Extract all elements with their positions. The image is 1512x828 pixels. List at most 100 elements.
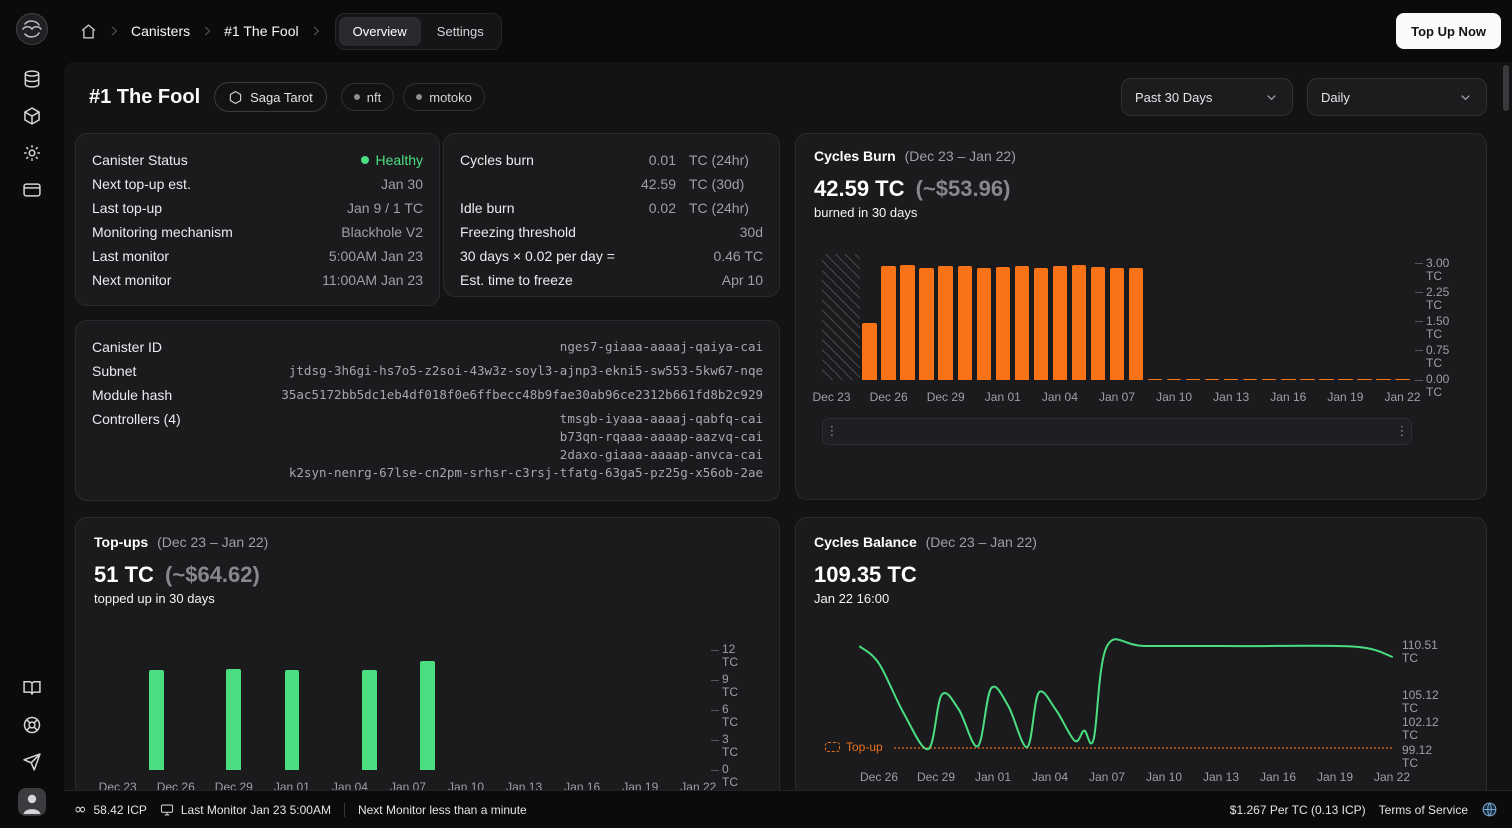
top-up-threshold-legend: Top-up xyxy=(822,737,892,757)
row-value: 0.46 TC xyxy=(713,248,763,264)
top-ups-plot: 12 TC9 TC6 TC3 TC0 TCDec 23Dec 26Dec 29J… xyxy=(108,650,708,770)
terms-of-service-link[interactable]: Terms of Service xyxy=(1379,803,1468,817)
chart-bar xyxy=(1148,379,1162,381)
tab-settings[interactable]: Settings xyxy=(423,17,498,46)
id-row: Canister IDnges7-giaaa-aaaaj-qaiya-cai xyxy=(92,335,763,359)
chart-bar xyxy=(977,268,991,380)
x-axis-label: Jan 01 xyxy=(975,770,1011,784)
chart-caption: topped up in 30 days xyxy=(94,591,761,606)
y-axis-tick xyxy=(711,740,719,741)
y-axis-label: 3 TC xyxy=(722,733,738,759)
y-axis-label: 105.12 TC xyxy=(1402,689,1439,715)
chart-bar xyxy=(1243,379,1257,381)
x-axis-label: Jan 16 xyxy=(1270,390,1306,404)
brain-logo-icon xyxy=(15,12,49,46)
row-mono-values: jtdsg-3h6gi-hs7o5-z2soi-43w3z-soyl3-ajnp… xyxy=(289,362,763,380)
row-value: Healthy xyxy=(361,152,423,168)
y-axis-label: 99.12 TC xyxy=(1402,744,1432,770)
y-axis-tick xyxy=(1415,350,1423,351)
canister-status-card: Canister StatusHealthyNext top-up est.Ja… xyxy=(75,133,440,306)
breadcrumb-canisters[interactable]: Canisters xyxy=(131,23,190,39)
tag-nft[interactable]: nft xyxy=(341,83,394,111)
sidebar-item-canisters[interactable] xyxy=(13,62,51,96)
burn-info-row: Cycles burn0.01TC (24hr) xyxy=(460,148,763,172)
tc-price-text: $1.267 Per TC (0.13 ICP) xyxy=(1230,803,1366,817)
scrollbar-thumb[interactable] xyxy=(1503,65,1509,111)
chart-bar xyxy=(420,661,435,770)
monitor-icon xyxy=(160,803,174,817)
x-axis-label: Dec 23 xyxy=(813,390,851,404)
chart-bar xyxy=(1053,266,1067,380)
date-range-select[interactable]: Past 30 Days xyxy=(1121,78,1293,116)
x-axis-label: Jan 13 xyxy=(506,780,542,790)
breadcrumb-canister-name[interactable]: #1 The Fool xyxy=(224,23,298,39)
topbar: Canisters #1 The Fool OverviewSettings T… xyxy=(64,0,1512,62)
project-badge[interactable]: Saga Tarot xyxy=(214,82,327,112)
icp-balance[interactable]: ∞ 58.42 ICP xyxy=(74,802,147,817)
sidebar-item-feedback[interactable] xyxy=(13,745,51,779)
top-up-now-button[interactable]: Top Up Now xyxy=(1396,13,1501,49)
chart-bar xyxy=(900,265,914,380)
home-breadcrumb[interactable] xyxy=(80,23,97,40)
y-axis-label: 0 TC xyxy=(722,763,738,789)
chevron-down-icon xyxy=(1264,90,1279,105)
id-row: Subnetjtdsg-3h6gi-hs7o5-z2soi-43w3z-soyl… xyxy=(92,359,763,383)
page-title: #1 The Fool xyxy=(89,86,200,109)
icp-balance-value: 58.42 ICP xyxy=(94,803,147,817)
infinity-icon: ∞ xyxy=(74,802,87,817)
sidebar-item-support[interactable] xyxy=(13,708,51,742)
chart-bar xyxy=(1281,379,1295,381)
chart-bar xyxy=(1167,379,1181,381)
chevron-right-icon xyxy=(107,24,121,38)
app-logo[interactable] xyxy=(15,12,49,46)
chart-pan-scrollbar[interactable]: ⋮ ⋮ xyxy=(822,418,1412,445)
network-status[interactable] xyxy=(1481,801,1498,818)
sidebar-item-billing[interactable] xyxy=(13,173,51,207)
terms-text: Terms of Service xyxy=(1379,803,1468,817)
row-label: Controllers (4) xyxy=(92,410,181,428)
tab-overview[interactable]: Overview xyxy=(339,17,421,46)
x-axis-label: Jan 16 xyxy=(564,780,600,790)
chart-total-value: 42.59 TC xyxy=(814,176,905,201)
pan-handle-right[interactable]: ⋮ xyxy=(1393,424,1411,439)
top-ups-chart-card: Top-ups (Dec 23 – Jan 22) 51 TC (~$64.62… xyxy=(75,517,780,790)
gear-icon xyxy=(22,143,42,163)
chart-bar xyxy=(1034,268,1048,380)
chart-bar xyxy=(1357,379,1371,381)
x-axis-label: Jan 22 xyxy=(1374,770,1410,784)
mono-value-line: 35ac5172bb5dc1eb4df018f0e6ffbecc48b9fae3… xyxy=(281,386,763,404)
row-value: 0.02TC (24hr) xyxy=(632,200,763,216)
x-axis-label: Jan 01 xyxy=(274,780,310,790)
status-row: Last top-upJan 9 / 1 TC xyxy=(92,196,423,220)
chart-bar xyxy=(1224,379,1238,381)
row-label: Monitoring mechanism xyxy=(92,224,233,240)
chart-bar xyxy=(1015,266,1029,380)
chart-bar xyxy=(1129,268,1143,380)
next-monitor-text: Next Monitor less than a minute xyxy=(358,803,527,817)
healthy-text: Healthy xyxy=(376,152,423,168)
status-row: Last monitor5:00AM Jan 23 xyxy=(92,244,423,268)
database-icon xyxy=(22,69,42,89)
x-axis-label: Dec 29 xyxy=(927,390,965,404)
tag-motoko[interactable]: motoko xyxy=(403,83,485,111)
last-monitor-status: Last Monitor Jan 23 5:00AM xyxy=(160,803,331,817)
sidebar-item-settings[interactable] xyxy=(13,136,51,170)
y-axis-tick xyxy=(711,680,719,681)
id-row: Module hash35ac5172bb5dc1eb4df018f0e6ffb… xyxy=(92,383,763,407)
pan-track[interactable] xyxy=(841,419,1393,444)
pan-handle-left[interactable]: ⋮ xyxy=(823,424,841,439)
sidebar-item-projects[interactable] xyxy=(13,99,51,133)
hexagon-icon xyxy=(228,90,243,105)
page-header: #1 The Fool Saga Tarot nft motoko Past 30… xyxy=(89,76,1487,118)
tag-dot-icon xyxy=(354,94,360,100)
y-axis-tick xyxy=(1415,321,1423,322)
interval-select[interactable]: Daily xyxy=(1307,78,1487,116)
chart-bar xyxy=(1376,379,1390,381)
sidebar-item-docs[interactable] xyxy=(13,671,51,705)
x-axis-label: Dec 23 xyxy=(99,780,137,790)
y-axis-label: 2.25 TC xyxy=(1426,286,1449,312)
user-avatar[interactable] xyxy=(18,788,46,816)
chart-bar xyxy=(1262,379,1276,381)
chart-bar xyxy=(881,266,895,380)
chevron-right-icon xyxy=(309,24,323,38)
